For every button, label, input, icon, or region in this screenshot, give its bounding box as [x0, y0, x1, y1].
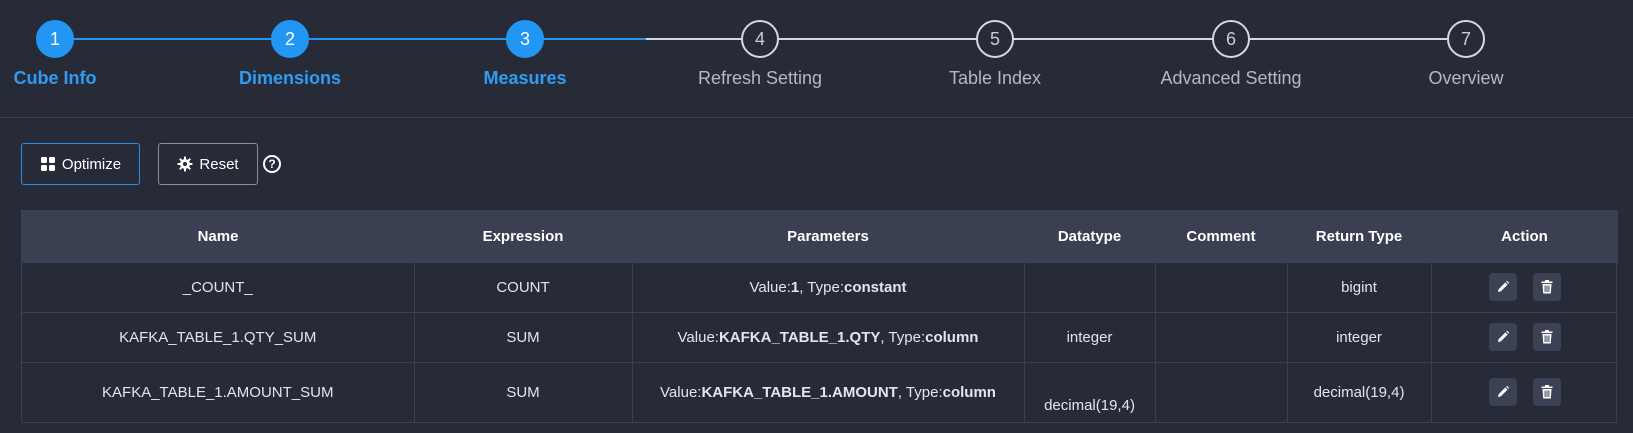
edit-button[interactable] [1488, 378, 1517, 407]
measures-table: Name Expression Parameters Datatype Comm… [21, 210, 1618, 423]
param-value-prefix: Value: [660, 383, 702, 401]
cell-expression: SUM [413, 361, 632, 422]
param-value: KAFKA_TABLE_1.AMOUNT [701, 383, 898, 401]
cell-return-type: decimal(19,4) [1286, 361, 1431, 422]
table-row: KAFKA_TABLE_1.AMOUNT_SUM SUM Value:KAFKA… [22, 361, 1618, 422]
cell-expression: COUNT [413, 261, 632, 312]
step-number: 2 [271, 20, 309, 58]
measures-toolbar: Optimize Reset ? [21, 143, 281, 185]
step-refresh-setting[interactable]: 4 Refresh Setting [660, 20, 860, 89]
optimize-label: Optimize [61, 155, 122, 173]
pencil-icon [1497, 386, 1509, 398]
param-value-prefix: Value: [749, 278, 791, 296]
step-overview[interactable]: 7 Overview [1366, 20, 1566, 89]
cell-name: KAFKA_TABLE_1.QTY_SUM [22, 311, 414, 362]
table-row: KAFKA_TABLE_1.QTY_SUM SUM Value:KAFKA_TA… [22, 311, 1618, 362]
param-value: KAFKA_TABLE_1.QTY [718, 328, 881, 346]
step-number: 7 [1447, 20, 1485, 58]
step-cube-info[interactable]: 1 Cube Info [0, 20, 155, 89]
header-action: Action [1431, 211, 1618, 262]
step-advanced-setting[interactable]: 6 Advanced Setting [1131, 20, 1331, 89]
header-datatype[interactable]: Datatype [1024, 211, 1155, 262]
step-label: Measures [483, 68, 567, 88]
gear-icon [177, 156, 193, 172]
step-number: 6 [1212, 20, 1250, 58]
step-number: 5 [976, 20, 1014, 58]
param-type: column [925, 328, 979, 346]
cell-action [1430, 361, 1618, 422]
param-type: column [942, 383, 996, 401]
delete-button[interactable] [1532, 323, 1561, 351]
pencil-icon [1497, 280, 1509, 292]
delete-button[interactable] [1532, 273, 1561, 301]
header-name[interactable]: Name [22, 211, 414, 262]
param-type: constant [844, 278, 907, 296]
reset-button[interactable]: Reset [158, 143, 258, 185]
wizard-stepper: 1 Cube Info 2 Dimensions 3 Measures 4 Re… [0, 0, 1633, 117]
param-type-prefix: , Type: [897, 383, 943, 401]
cell-parameters: Value:KAFKA_TABLE_1.QTY, Type:column [631, 311, 1024, 362]
trash-icon [1541, 330, 1553, 344]
question-circle-icon[interactable]: ? [263, 155, 281, 173]
cube-designer-page: 1 Cube Info 2 Dimensions 3 Measures 4 Re… [0, 0, 1633, 433]
param-value: 1 [790, 278, 800, 296]
grid-icon [40, 157, 55, 171]
cell-comment [1154, 311, 1287, 362]
cell-datatype [1023, 261, 1155, 312]
edit-button[interactable] [1488, 323, 1517, 351]
header-return-type[interactable]: Return Type [1287, 211, 1431, 262]
cell-name: KAFKA_TABLE_1.AMOUNT_SUM [22, 361, 414, 422]
cell-datatype: integer [1023, 311, 1155, 362]
cell-expression: SUM [413, 311, 632, 362]
cell-parameters: Value:KAFKA_TABLE_1.AMOUNT, Type:column [631, 361, 1024, 422]
step-label: Refresh Setting [697, 68, 823, 88]
cell-action [1430, 261, 1618, 312]
pencil-icon [1497, 330, 1509, 342]
section-divider [0, 117, 1633, 118]
cell-comment [1154, 261, 1287, 312]
header-expression[interactable]: Expression [414, 211, 632, 262]
step-label: Cube Info [13, 68, 97, 88]
header-comment[interactable]: Comment [1155, 211, 1287, 262]
step-label: Table Index [948, 68, 1042, 88]
step-number: 3 [506, 20, 544, 58]
cell-name: _COUNT_ [22, 261, 414, 312]
cell-return-type: bigint [1286, 261, 1431, 312]
step-label: Dimensions [238, 68, 342, 88]
step-number: 4 [741, 20, 779, 58]
cell-action [1430, 311, 1618, 362]
cell-datatype: decimal(19,4) [1023, 361, 1155, 422]
param-type-prefix: , Type: [799, 278, 844, 296]
trash-icon [1541, 280, 1553, 294]
step-label: Advanced Setting [1160, 68, 1302, 88]
trash-icon [1541, 385, 1553, 399]
step-measures[interactable]: 3 Measures [425, 20, 625, 89]
cell-comment [1154, 361, 1287, 422]
table-header-row: Name Expression Parameters Datatype Comm… [22, 211, 1618, 262]
delete-button[interactable] [1532, 378, 1561, 407]
cell-return-type: integer [1286, 311, 1431, 362]
cell-parameters: Value:1, Type:constant [631, 261, 1024, 312]
step-label: Overview [1428, 68, 1504, 88]
step-table-index[interactable]: 5 Table Index [895, 20, 1095, 89]
step-number: 1 [36, 20, 74, 58]
reset-label: Reset [199, 155, 239, 173]
edit-button[interactable] [1488, 273, 1517, 301]
optimize-button[interactable]: Optimize [21, 143, 140, 185]
header-parameters[interactable]: Parameters [632, 211, 1024, 262]
param-value-prefix: Value: [677, 328, 719, 346]
step-dimensions[interactable]: 2 Dimensions [190, 20, 390, 89]
table-row: _COUNT_ COUNT Value:1, Type:constant big… [22, 261, 1618, 312]
param-type-prefix: , Type: [880, 328, 926, 346]
